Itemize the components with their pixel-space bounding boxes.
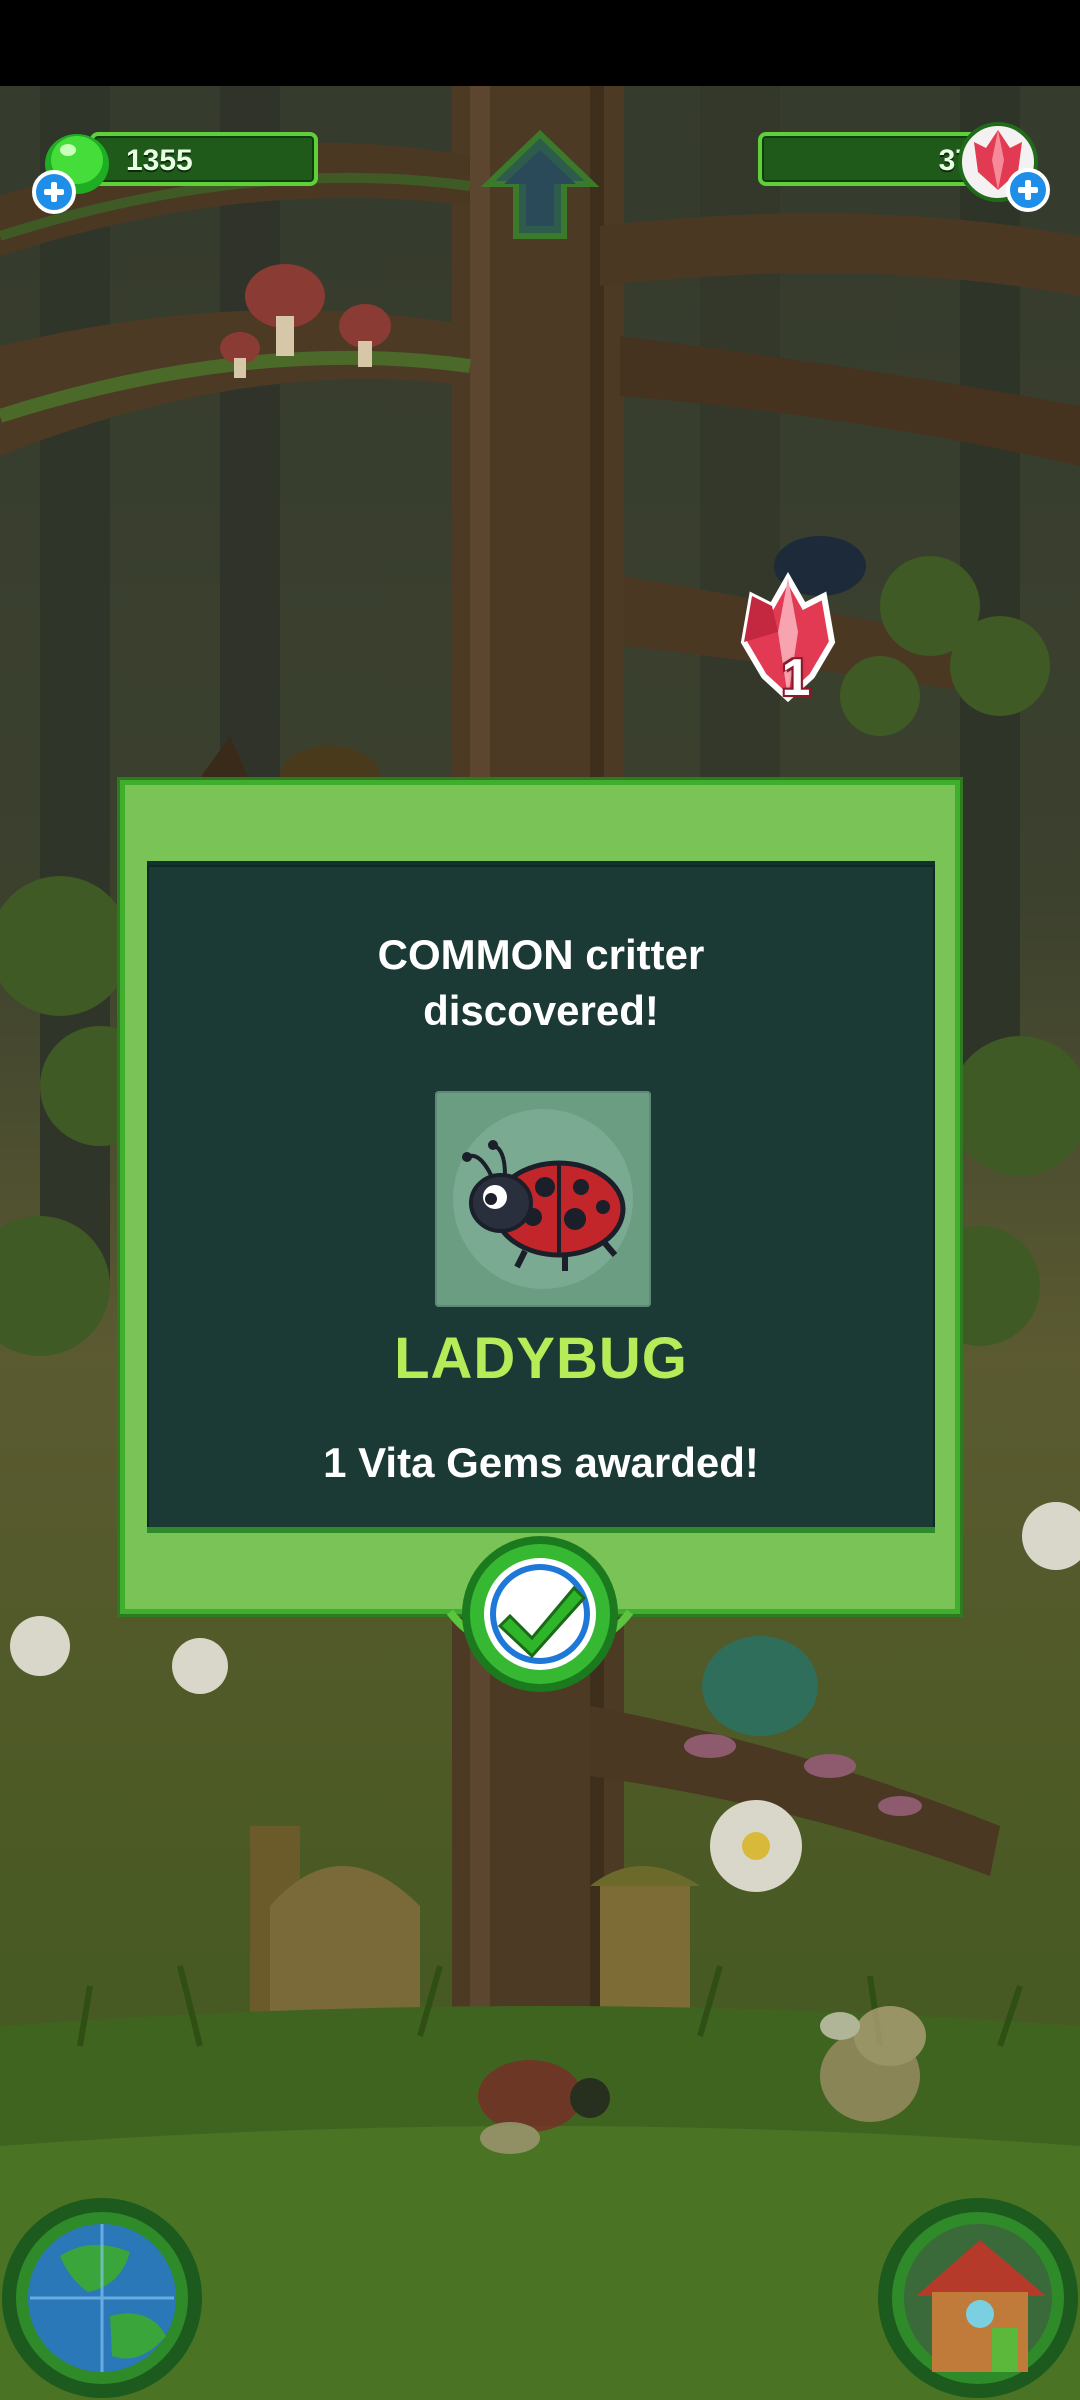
add-gel-plus-icon[interactable] — [32, 170, 76, 214]
critter-portrait — [435, 1091, 651, 1307]
reward-text: 1 Vita Gems awarded! — [323, 1439, 759, 1486]
critter-name: LADYBUG — [394, 1326, 688, 1391]
dialog-title: COMMON critter discovered! — [377, 931, 705, 1034]
house-button[interactable] — [876, 2196, 1080, 2400]
add-gem-plus-icon[interactable] — [1006, 168, 1050, 212]
confirm-button[interactable] — [440, 1532, 640, 1702]
gel-counter[interactable]: 1355 — [32, 120, 352, 214]
world-map-button[interactable] — [0, 2196, 204, 2400]
ladybug-icon — [453, 1109, 633, 1289]
gel-counter-bar: 1355 — [90, 132, 318, 186]
dialog-panel: COMMON critter discovered! LADYBUG 1 Vit… — [147, 861, 935, 1533]
gem-counter[interactable]: 37 — [728, 120, 1058, 212]
critter-discovered-dialog: COMMON critter discovered! LADYBUG 1 Vit… — [120, 780, 960, 1614]
home-arrow-icon[interactable] — [480, 126, 600, 246]
gel-count: 1355 — [126, 144, 193, 177]
gem-reward-count: 1 — [781, 649, 811, 707]
status-bar — [0, 0, 1080, 86]
